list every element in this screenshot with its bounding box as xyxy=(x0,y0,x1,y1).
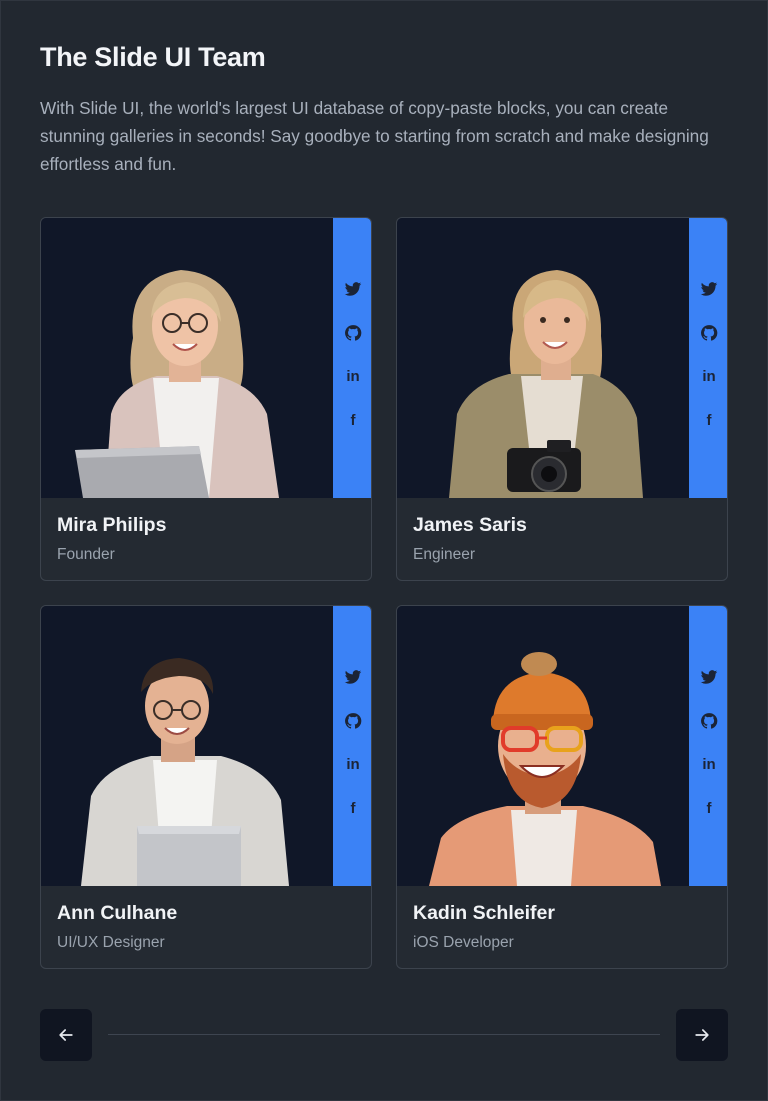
github-icon[interactable] xyxy=(344,712,362,730)
arrow-right-icon xyxy=(695,1029,709,1041)
social-links: in f xyxy=(333,606,371,886)
social-links: in f xyxy=(333,218,371,498)
member-name: James Saris xyxy=(413,514,527,536)
github-icon[interactable] xyxy=(700,712,718,730)
linkedin-icon[interactable]: in xyxy=(344,368,362,386)
member-role: UI/UX Designer xyxy=(57,934,165,951)
member-photo xyxy=(397,218,689,498)
twitter-icon[interactable] xyxy=(700,668,718,686)
next-button[interactable] xyxy=(676,1009,728,1061)
github-icon[interactable] xyxy=(700,324,718,342)
linkedin-icon[interactable]: in xyxy=(700,368,718,386)
member-role: Engineer xyxy=(413,546,476,563)
member-role: Founder xyxy=(57,546,115,563)
twitter-icon[interactable] xyxy=(344,668,362,686)
member-photo xyxy=(41,606,333,886)
team-card: in f Mira Philips Founder xyxy=(40,217,372,581)
facebook-icon[interactable]: f xyxy=(700,800,718,818)
facebook-icon[interactable]: f xyxy=(344,800,362,818)
facebook-icon[interactable]: f xyxy=(700,412,718,430)
social-links: in f xyxy=(689,218,727,498)
member-role: iOS Developer xyxy=(413,934,514,951)
team-card: in f James Saris Engineer xyxy=(396,217,728,581)
social-links: in f xyxy=(689,606,727,886)
facebook-icon[interactable]: f xyxy=(344,412,362,430)
member-name: Ann Culhane xyxy=(57,902,178,924)
team-card: in f Ann Culhane UI/UX Designer xyxy=(40,605,372,969)
twitter-icon[interactable] xyxy=(700,280,718,298)
prev-button[interactable] xyxy=(40,1009,92,1061)
member-photo xyxy=(397,606,689,886)
carousel-track[interactable] xyxy=(108,1034,660,1035)
page-description: With Slide UI, the world's largest UI da… xyxy=(40,98,709,174)
linkedin-icon[interactable]: in xyxy=(344,756,362,774)
member-name: Kadin Schleifer xyxy=(413,902,555,924)
team-card: in f Kadin Schleifer iOS Developer xyxy=(396,605,728,969)
github-icon[interactable] xyxy=(344,324,362,342)
page-title: The Slide UI Team xyxy=(40,42,266,72)
linkedin-icon[interactable]: in xyxy=(700,756,718,774)
member-name: Mira Philips xyxy=(57,514,167,536)
arrow-left-icon xyxy=(59,1029,73,1041)
member-photo xyxy=(41,218,333,498)
twitter-icon[interactable] xyxy=(344,280,362,298)
